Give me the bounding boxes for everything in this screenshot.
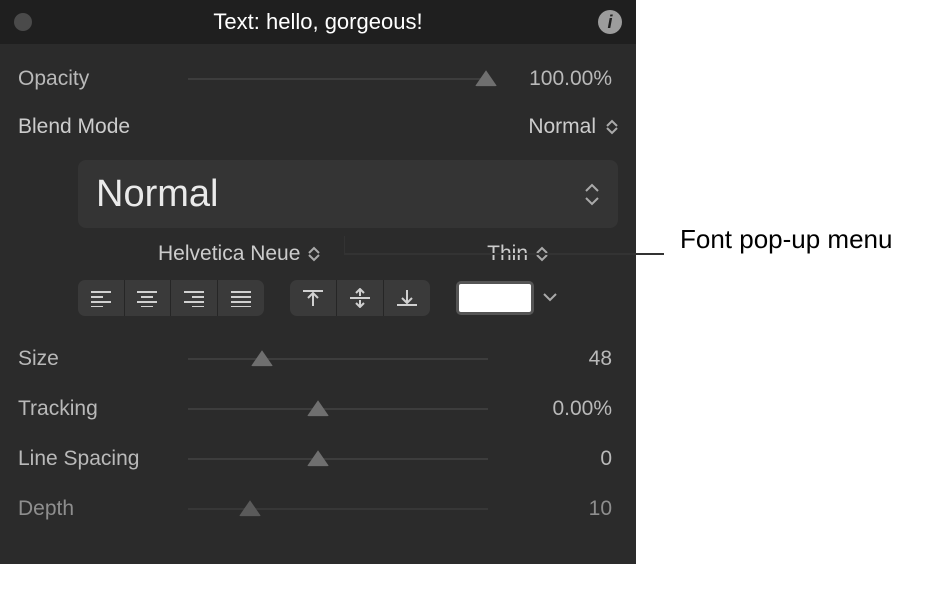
align-left-button[interactable] bbox=[78, 280, 125, 316]
weight-stepper-icon bbox=[536, 246, 548, 262]
text-color-control bbox=[456, 281, 558, 315]
preset-stepper-icon bbox=[584, 183, 600, 206]
font-row: Helvetica Neue Thin bbox=[18, 236, 558, 280]
valign-bottom-icon bbox=[395, 288, 419, 308]
info-button[interactable]: i bbox=[598, 10, 622, 34]
line-spacing-slider-thumb[interactable] bbox=[307, 450, 329, 466]
depth-slider-thumb[interactable] bbox=[239, 500, 261, 516]
depth-value[interactable]: 10 bbox=[498, 497, 618, 521]
opacity-row: Opacity 100.00% bbox=[18, 54, 618, 104]
line-spacing-row: Line Spacing 0 bbox=[18, 434, 618, 484]
font-value: Helvetica Neue bbox=[158, 242, 300, 266]
chevron-down-icon bbox=[542, 292, 558, 302]
vertical-align-group bbox=[290, 280, 430, 316]
size-slider-thumb[interactable] bbox=[251, 350, 273, 366]
line-spacing-label: Line Spacing bbox=[18, 447, 188, 471]
valign-middle-icon bbox=[348, 288, 372, 308]
size-value[interactable]: 48 bbox=[498, 347, 618, 371]
font-weight-popup-menu[interactable]: Thin bbox=[487, 242, 558, 266]
titlebar: Text: hello, gorgeous! i bbox=[0, 0, 636, 44]
depth-row: Depth 10 bbox=[18, 484, 618, 534]
opacity-slider-thumb[interactable] bbox=[475, 70, 497, 86]
info-icon: i bbox=[607, 12, 612, 33]
chevron-down-icon bbox=[606, 127, 618, 135]
font-weight-value: Thin bbox=[487, 242, 528, 266]
opacity-value[interactable]: 100.00% bbox=[498, 67, 618, 91]
tracking-value[interactable]: 0.00% bbox=[498, 397, 618, 421]
valign-bottom-button[interactable] bbox=[384, 280, 430, 316]
color-well[interactable] bbox=[456, 281, 534, 315]
align-justify-button[interactable] bbox=[218, 280, 264, 316]
text-inspector-panel: Text: hello, gorgeous! i Opacity 100.00%… bbox=[0, 0, 636, 564]
valign-top-icon bbox=[301, 288, 325, 308]
font-stepper-icon bbox=[308, 246, 320, 262]
size-label: Size bbox=[18, 347, 188, 371]
align-right-button[interactable] bbox=[171, 280, 218, 316]
preset-value: Normal bbox=[96, 173, 584, 216]
align-right-icon bbox=[182, 289, 206, 307]
line-spacing-value[interactable]: 0 bbox=[498, 447, 618, 471]
tracking-label: Tracking bbox=[18, 397, 188, 421]
tracking-row: Tracking 0.00% bbox=[18, 384, 618, 434]
depth-slider[interactable] bbox=[188, 495, 498, 523]
align-center-icon bbox=[135, 289, 159, 307]
callout-label: Font pop-up menu bbox=[680, 224, 892, 255]
font-popup-menu[interactable]: Helvetica Neue bbox=[78, 242, 320, 266]
tracking-slider[interactable] bbox=[188, 395, 498, 423]
align-center-button[interactable] bbox=[125, 280, 172, 316]
chevron-up-icon bbox=[606, 119, 618, 127]
valign-middle-button[interactable] bbox=[337, 280, 384, 316]
align-left-icon bbox=[89, 289, 113, 307]
blend-mode-label: Blend Mode bbox=[18, 115, 188, 139]
depth-label: Depth bbox=[18, 497, 188, 521]
align-justify-icon bbox=[229, 289, 253, 307]
line-spacing-slider[interactable] bbox=[188, 445, 498, 473]
size-row: Size 48 bbox=[18, 334, 618, 384]
tracking-slider-thumb[interactable] bbox=[307, 400, 329, 416]
blend-mode-stepper[interactable] bbox=[606, 119, 618, 135]
horizontal-align-group bbox=[78, 280, 264, 316]
panel-title: Text: hello, gorgeous! bbox=[0, 9, 636, 35]
opacity-label: Opacity bbox=[18, 67, 188, 91]
text-style-preset-menu[interactable]: Normal bbox=[78, 160, 618, 228]
size-slider[interactable] bbox=[188, 345, 498, 373]
blend-mode-row: Blend Mode Normal bbox=[18, 104, 618, 150]
window-close-dot[interactable] bbox=[14, 13, 32, 31]
text-controls-row bbox=[18, 280, 558, 334]
color-menu-chevron[interactable] bbox=[542, 289, 558, 307]
blend-mode-value[interactable]: Normal bbox=[528, 115, 602, 139]
valign-top-button[interactable] bbox=[290, 280, 337, 316]
opacity-slider[interactable] bbox=[188, 65, 498, 93]
